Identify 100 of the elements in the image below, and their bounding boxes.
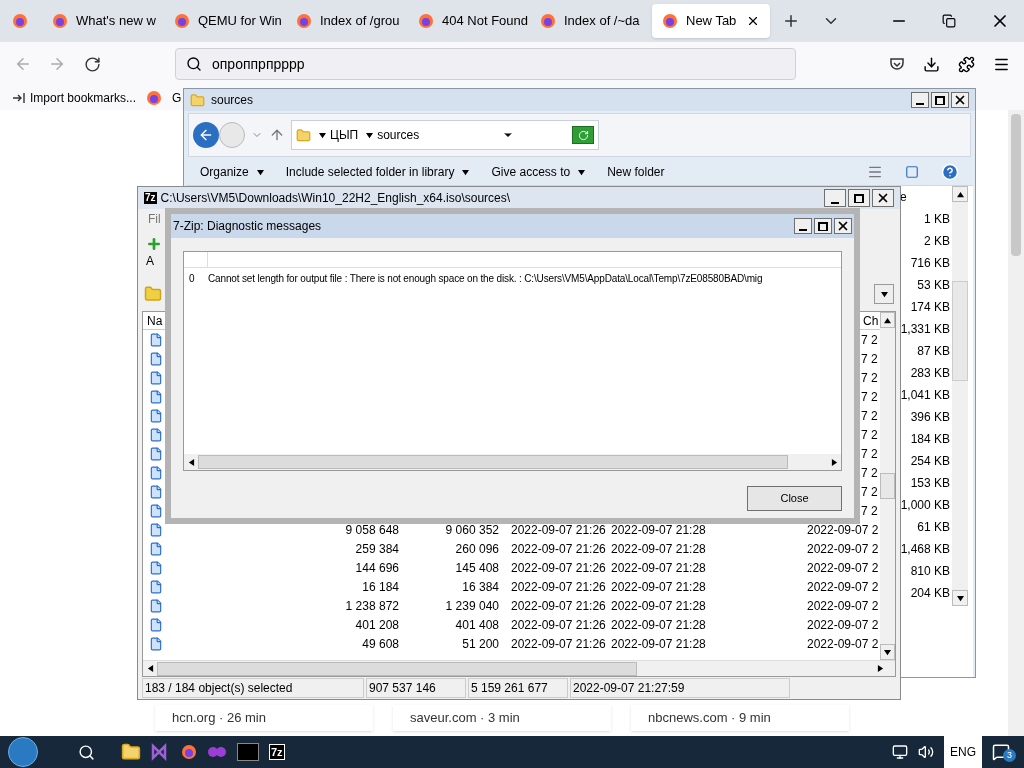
extensions-icon[interactable] bbox=[958, 55, 975, 73]
scroll-left-icon[interactable] bbox=[146, 665, 154, 672]
caret-icon[interactable] bbox=[578, 168, 586, 176]
vertical-scrollbar[interactable] bbox=[880, 312, 895, 660]
bookmark-link[interactable]: Import bookmarks... bbox=[30, 89, 137, 107]
scroll-left-icon[interactable] bbox=[187, 458, 195, 466]
scroll-down-icon[interactable] bbox=[956, 594, 964, 602]
horizontal-scrollbar[interactable] bbox=[184, 454, 841, 470]
menu-item[interactable]: Fil bbox=[148, 210, 161, 228]
new-tab-icon[interactable] bbox=[782, 12, 800, 30]
volume-icon[interactable] bbox=[918, 744, 934, 760]
scroll-up-icon[interactable] bbox=[956, 190, 964, 198]
scroll-up-icon[interactable] bbox=[884, 316, 891, 324]
horizontal-scrollbar[interactable] bbox=[143, 660, 895, 676]
file-icon bbox=[149, 598, 163, 613]
close-button[interactable] bbox=[834, 218, 852, 234]
breadcrumb[interactable]: sources bbox=[377, 126, 420, 144]
notifications-icon[interactable] bbox=[992, 743, 1010, 761]
file-icon bbox=[149, 522, 163, 537]
scroll-right-icon[interactable] bbox=[876, 665, 884, 672]
reload-icon[interactable] bbox=[84, 55, 101, 73]
toolbar-menu[interactable]: Give access to bbox=[491, 163, 586, 181]
minimize-button[interactable] bbox=[824, 189, 846, 207]
search-icon[interactable] bbox=[78, 743, 95, 761]
browser-tab[interactable]: 404 Not Found bbox=[408, 4, 526, 38]
close-button[interactable] bbox=[872, 189, 894, 207]
caret-icon[interactable] bbox=[462, 168, 470, 176]
maximize-button[interactable] bbox=[814, 218, 832, 234]
close-icon bbox=[836, 219, 850, 233]
story-card[interactable]: hcn.org · 26 min bbox=[155, 705, 373, 731]
file-size: 716 KB bbox=[910, 255, 950, 272]
table-cell-text: 2022-09-07 21:28 bbox=[611, 540, 707, 558]
folder-icon[interactable] bbox=[121, 742, 141, 762]
download-icon[interactable] bbox=[923, 55, 940, 73]
refresh-button[interactable] bbox=[572, 126, 594, 144]
table-cell-text: 401 208 bbox=[354, 616, 399, 634]
preview-pane-icon[interactable] bbox=[905, 165, 919, 179]
breadcrumb[interactable]: ЦЫП bbox=[330, 126, 359, 144]
start-button[interactable] bbox=[8, 737, 38, 767]
scroll-thumb[interactable] bbox=[198, 455, 788, 469]
browser-tab[interactable]: What's new w bbox=[42, 4, 160, 38]
terminal-icon[interactable] bbox=[237, 743, 259, 761]
file-icon bbox=[149, 579, 163, 594]
caret-icon[interactable] bbox=[319, 131, 326, 139]
table-cell-text: 259 384 bbox=[354, 540, 399, 558]
bookmark-link[interactable]: G bbox=[172, 89, 182, 107]
address-text: опроппрпрррр bbox=[212, 54, 305, 74]
add-icon[interactable] bbox=[146, 236, 162, 252]
table-cell-text: 2022-09-07 21:26 bbox=[511, 559, 607, 577]
scroll-right-icon[interactable] bbox=[830, 458, 838, 466]
minimize-button[interactable] bbox=[911, 92, 929, 108]
app-logo: 7z bbox=[144, 192, 157, 204]
minimize-button[interactable] bbox=[794, 218, 812, 234]
restore-icon[interactable] bbox=[942, 14, 956, 28]
table-cell-text: 9 060 352 bbox=[444, 521, 499, 539]
toolbar-menu[interactable]: Include selected folder in library bbox=[285, 163, 470, 181]
table-cell-text: 2022-09-07 2 bbox=[807, 635, 879, 653]
window-title: C:\Users\VM5\Downloads\Win10_22H2_English_x64.iso\sources\ bbox=[160, 190, 512, 207]
story-card[interactable]: saveur.com · 3 min bbox=[393, 705, 611, 731]
browser-tab[interactable]: QEMU for Win bbox=[164, 4, 282, 38]
file-icon bbox=[149, 636, 163, 651]
back-button[interactable] bbox=[193, 122, 219, 148]
tab-title: 404 Not Found bbox=[442, 12, 528, 31]
column-header[interactable]: Ch bbox=[861, 312, 879, 330]
close-tab-icon[interactable] bbox=[746, 14, 760, 28]
address-bar[interactable]: ЦЫП sources bbox=[291, 120, 599, 150]
table-cell-text: 144 696 bbox=[354, 559, 399, 577]
toolbar-menu[interactable]: New folder bbox=[607, 163, 665, 181]
up-icon[interactable] bbox=[269, 127, 285, 143]
close-button[interactable]: Close bbox=[747, 486, 842, 511]
language-indicator[interactable]: ENG bbox=[944, 736, 982, 768]
browser-tab[interactable]: Index of /~da bbox=[530, 4, 648, 38]
help-icon[interactable] bbox=[941, 163, 959, 181]
page-scrollbar[interactable] bbox=[1008, 110, 1024, 736]
story-card[interactable]: nbcnews.com · 9 min bbox=[631, 705, 849, 731]
tab-title: New Tab bbox=[686, 12, 738, 31]
scroll-thumb[interactable] bbox=[157, 661, 637, 676]
path-dropdown[interactable] bbox=[874, 284, 894, 304]
scroll-thumb[interactable] bbox=[952, 281, 968, 381]
archive-app-logo[interactable]: 7z bbox=[269, 744, 285, 760]
caret-icon[interactable] bbox=[256, 168, 264, 176]
browser-tab[interactable]: New Tab bbox=[652, 4, 770, 38]
address-field[interactable]: опроппрпрррр bbox=[175, 48, 796, 80]
close-button[interactable] bbox=[951, 92, 969, 108]
view-options-icon[interactable] bbox=[867, 164, 883, 180]
toolbar-menu[interactable]: Organize bbox=[200, 163, 264, 181]
tab-title: QEMU for Win bbox=[198, 12, 282, 31]
vertical-scrollbar[interactable] bbox=[952, 186, 968, 606]
table-cell-text: 2022-09-07 21:26 bbox=[511, 635, 607, 653]
table-cell-text: 2022-09-07 21:28 bbox=[611, 521, 707, 539]
browser-tab[interactable]: Index of /grou bbox=[286, 4, 404, 38]
maximize-button[interactable] bbox=[931, 92, 949, 108]
caret-icon[interactable] bbox=[366, 131, 374, 139]
maximize-button[interactable] bbox=[848, 189, 870, 207]
scroll-thumb[interactable] bbox=[880, 473, 895, 499]
scroll-down-icon[interactable] bbox=[884, 648, 891, 656]
file-size: 254 KB bbox=[910, 453, 950, 470]
file-icon bbox=[149, 465, 163, 480]
network-icon[interactable] bbox=[892, 744, 908, 760]
shield-icon[interactable] bbox=[889, 56, 905, 72]
